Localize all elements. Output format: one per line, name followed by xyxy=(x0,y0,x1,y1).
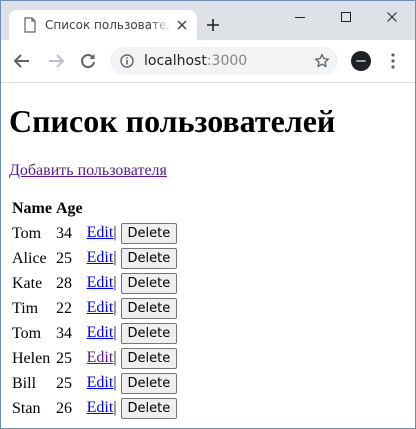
users-table-body: Tom 34 Edit| Delete Alice 25 Edit| Delete Kate 28… xyxy=(11,222,178,420)
user-age-cell: 25 xyxy=(55,249,72,267)
edit-link[interactable]: Edit xyxy=(87,274,114,291)
minimize-icon xyxy=(295,17,305,18)
action-separator: | xyxy=(113,249,117,267)
user-name-cell: Alice xyxy=(12,249,47,267)
column-header-actions xyxy=(86,198,179,220)
edit-link[interactable]: Edit xyxy=(87,349,114,366)
action-separator: | xyxy=(113,374,117,392)
user-name-cell: Tom xyxy=(12,324,42,342)
maximize-icon xyxy=(341,12,351,22)
info-icon[interactable] xyxy=(120,54,134,68)
user-age-cell: 22 xyxy=(55,299,72,317)
action-separator: | xyxy=(113,324,117,342)
address-bar[interactable]: localhost:3000 xyxy=(110,47,338,75)
action-separator: | xyxy=(113,299,117,317)
user-age-cell: 34 xyxy=(55,224,72,242)
tab-title-fade xyxy=(149,16,171,34)
delete-button[interactable]: Delete xyxy=(120,398,178,419)
user-name-cell: Kate xyxy=(12,274,43,292)
page-icon xyxy=(24,17,36,33)
minimize-button[interactable] xyxy=(277,1,323,33)
arrow-right-icon[interactable] xyxy=(47,52,65,70)
user-actions-cell: Edit| Delete xyxy=(86,222,179,245)
table-row: Helen 25 Edit| Delete xyxy=(11,347,178,370)
edit-link[interactable]: Edit xyxy=(87,324,114,341)
delete-button[interactable]: Delete xyxy=(120,373,178,394)
edit-link[interactable]: Edit xyxy=(87,374,114,391)
user-actions-cell: Edit| Delete xyxy=(86,272,179,295)
action-separator: | xyxy=(113,224,117,242)
url-text: localhost:3000 xyxy=(144,53,247,69)
arrow-left-icon[interactable] xyxy=(13,52,31,70)
reload-icon[interactable] xyxy=(79,52,97,70)
user-name-cell: Helen xyxy=(12,349,51,367)
delete-button[interactable]: Delete xyxy=(120,273,178,294)
edit-link[interactable]: Edit xyxy=(87,399,114,416)
user-name-cell: Bill xyxy=(12,374,37,392)
user-actions-cell: Edit| Delete xyxy=(86,347,179,370)
table-row: Bill 25 Edit| Delete xyxy=(11,372,178,395)
action-separator: | xyxy=(113,349,117,367)
column-header-age: Age xyxy=(55,200,83,217)
delete-button[interactable]: Delete xyxy=(120,298,178,319)
tab-active[interactable]: Список пользователей xyxy=(9,10,197,40)
browser-toolbar: localhost:3000 xyxy=(1,40,415,83)
table-row: Tim 22 Edit| Delete xyxy=(11,297,178,320)
user-age-cell: 28 xyxy=(55,274,72,292)
user-actions-cell: Edit| Delete xyxy=(86,297,179,320)
url-port: :3000 xyxy=(206,53,248,69)
page-title: Список пользователей xyxy=(9,103,336,139)
close-icon[interactable] xyxy=(175,18,189,32)
page-content: Список пользователей Добавить пользовате… xyxy=(1,84,415,428)
user-age-cell: 34 xyxy=(55,324,72,342)
table-row: Tom 34 Edit| Delete xyxy=(11,222,178,245)
user-name-cell: Tim xyxy=(12,299,39,317)
close-window-button[interactable] xyxy=(369,1,415,33)
delete-button[interactable]: Delete xyxy=(120,323,178,344)
action-separator: | xyxy=(113,399,117,417)
add-user-link[interactable]: Добавить пользователя xyxy=(9,161,167,181)
table-row: Alice 25 Edit| Delete xyxy=(11,247,178,270)
user-actions-cell: Edit| Delete xyxy=(86,397,179,420)
user-age-cell: 25 xyxy=(55,374,72,392)
close-icon xyxy=(387,12,397,22)
browser-window: Список пользователей xyxy=(0,0,416,429)
table-header-row: Name Age xyxy=(11,198,178,220)
table-row: Stan 26 Edit| Delete xyxy=(11,397,178,420)
user-actions-cell: Edit| Delete xyxy=(86,372,179,395)
users-table: Name Age Tom 34 Edit| Delete Alice 25 Edit| Del… xyxy=(9,196,180,422)
maximize-button[interactable] xyxy=(323,1,369,33)
table-row: Kate 28 Edit| Delete xyxy=(11,272,178,295)
profile-avatar[interactable] xyxy=(351,51,371,71)
delete-button[interactable]: Delete xyxy=(120,248,178,269)
star-icon[interactable] xyxy=(314,53,330,69)
column-header-name: Name xyxy=(12,200,52,217)
user-age-cell: 25 xyxy=(55,349,72,367)
action-separator: | xyxy=(113,274,117,292)
edit-link[interactable]: Edit xyxy=(87,249,114,266)
delete-button[interactable]: Delete xyxy=(120,223,178,244)
plus-icon[interactable] xyxy=(205,17,221,33)
edit-link[interactable]: Edit xyxy=(87,224,114,241)
more-vert-icon[interactable] xyxy=(385,52,401,70)
user-name-cell: Tom xyxy=(12,224,42,242)
delete-button[interactable]: Delete xyxy=(120,348,178,369)
table-row: Tom 34 Edit| Delete xyxy=(11,322,178,345)
title-bar: Список пользователей xyxy=(1,1,415,40)
url-host: localhost xyxy=(144,53,207,69)
user-actions-cell: Edit| Delete xyxy=(86,322,179,345)
user-actions-cell: Edit| Delete xyxy=(86,247,179,270)
user-name-cell: Stan xyxy=(12,399,41,417)
user-age-cell: 26 xyxy=(55,399,72,417)
edit-link[interactable]: Edit xyxy=(87,299,114,316)
